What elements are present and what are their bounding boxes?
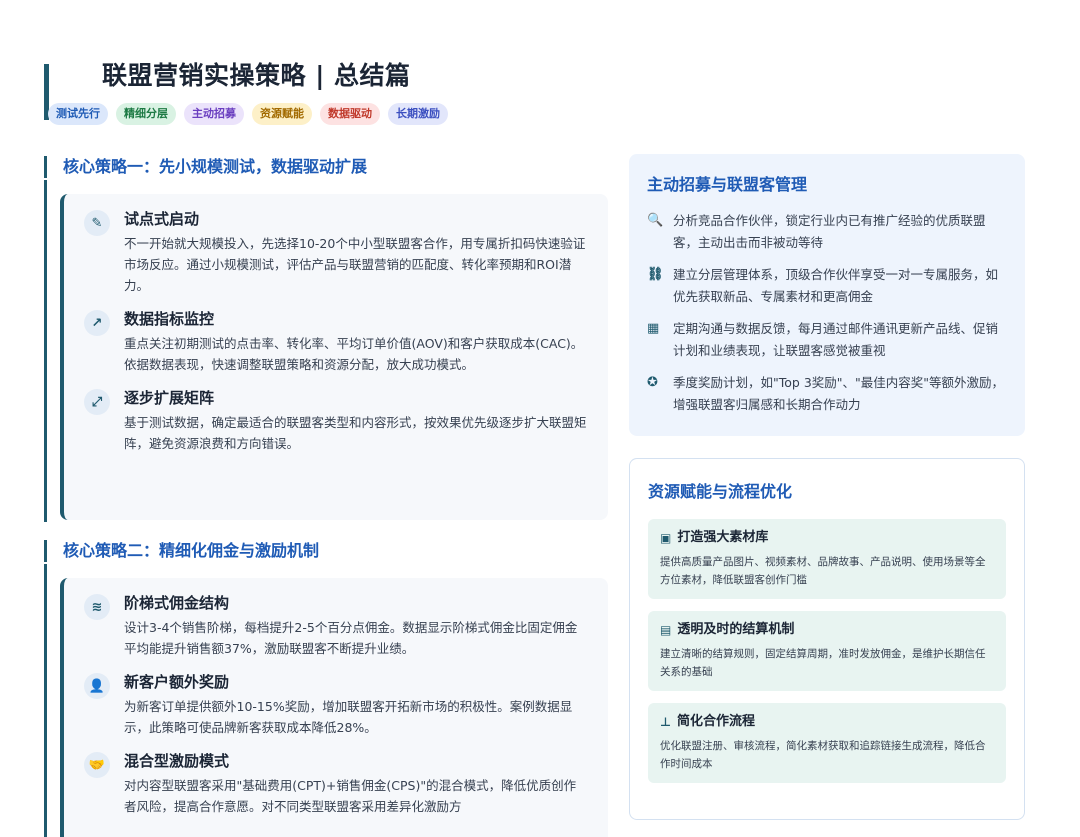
item-desc: 对内容型联盟客采用"基础费用(CPT)+销售佣金(CPS)"的混合模式，降低优质… (124, 778, 577, 814)
item-desc: 为新客订单提供额外10-15%奖励，增加联盟客开拓新市场的积极性。案例数据显示，… (124, 699, 573, 735)
user-plus-icon: 👤 (84, 673, 110, 699)
item-desc: 重点关注初期测试的点击率、转化率、平均订单价值(AOV)和客户获取成本(CAC)… (124, 336, 584, 372)
strategy2-card: ≋ 阶梯式佣金结构 设计3-4个销售阶梯，每档提升2-5个百分点佣金。数据显示阶… (60, 578, 608, 837)
resource-card: ▣ 打造强大素材库 提供高质量产品图片、视频素材、品牌故事、产品说明、使用场景等… (648, 519, 1006, 599)
recruit-title: 主动招募与联盟客管理 (647, 175, 808, 194)
bullet-text: 季度奖励计划，如"Top 3奖励"、"最佳内容奖"等额外激励，增强联盟客归属感和… (673, 375, 1005, 412)
page: 联盟营销实操策略 | 总结篇 测试先行 精细分层 主动招募 资源赋能 数据驱动 … (0, 0, 1080, 837)
resource-title: 资源赋能与流程优化 (648, 482, 793, 501)
tag-list: 测试先行 精细分层 主动招募 资源赋能 数据驱动 长期激励 (48, 103, 448, 125)
item-desc: 不一开始就大规模投入，先选择10-20个中小型联盟客合作，用专属折扣码快速验证市… (124, 236, 586, 293)
handshake-icon: 🤝 (84, 752, 110, 778)
item-desc: 基于测试数据，确定最适合的联盟客类型和内容形式，按效果优先级逐步扩大联盟矩阵，避… (124, 415, 587, 451)
sitemap-icon: ⊥ (660, 715, 671, 729)
strategy2-side-line (44, 564, 47, 837)
item-title: 试点式启动 (124, 210, 200, 228)
recruit-bullet: 🔍 分析竞品合作伙伴，锁定行业内已有推广经验的优质联盟客，主动出击而非被动等待 (647, 210, 1007, 254)
resource-card-desc: 提供高质量产品图片、视频素材、品牌故事、产品说明、使用场景等全方位素材，降低联盟… (660, 556, 986, 586)
strategy2-item: ≋ 阶梯式佣金结构 设计3-4个销售阶梯，每档提升2-5个百分点佣金。数据显示阶… (84, 592, 588, 659)
money-icon: ▤ (660, 623, 672, 637)
resource-card: ▤ 透明及时的结算机制 建立清晰的结算规则，固定结算周期，准时发放佣金，是维护长… (648, 611, 1006, 691)
award-icon: ✪ (647, 375, 658, 390)
pen-icon: ✎ (84, 210, 110, 236)
expand-icon: ⤢ (84, 389, 110, 415)
image-icon: ▣ (660, 531, 672, 545)
resource-panel: 资源赋能与流程优化 ▣ 打造强大素材库 提供高质量产品图片、视频素材、品牌故事、… (629, 458, 1025, 820)
strategy2-item: 👤 新客户额外奖励 为新客订单提供额外10-15%奖励，增加联盟客开拓新市场的积… (84, 671, 588, 738)
strategy2-item: 🤝 混合型激励模式 对内容型联盟客采用"基础费用(CPT)+销售佣金(CPS)"… (84, 750, 588, 817)
tag-fine-tier: 精细分层 (116, 103, 176, 125)
item-title: 阶梯式佣金结构 (124, 594, 230, 612)
strategy1-item: ✎ 试点式启动 不一开始就大规模投入，先选择10-20个中小型联盟客合作，用专属… (84, 208, 588, 296)
item-title: 新客户额外奖励 (124, 673, 230, 691)
hierarchy-icon: ⛓ (647, 267, 664, 282)
recruit-panel: 主动招募与联盟客管理 🔍 分析竞品合作伙伴，锁定行业内已有推广经验的优质联盟客，… (629, 154, 1025, 436)
strategy1-title: 核心策略一：先小规模测试，数据驱动扩展 (44, 156, 367, 178)
recruit-bullet: ▦ 定期沟通与数据反馈，每月通过邮件通讯更新产品线、促销计划和业绩表现，让联盟客… (647, 318, 1007, 362)
item-title: 逐步扩展矩阵 (124, 389, 215, 407)
tag-long-term: 长期激励 (388, 103, 448, 125)
strategy1-card: ✎ 试点式启动 不一开始就大规模投入，先选择10-20个中小型联盟客合作，用专属… (60, 194, 608, 520)
strategy2-title: 核心策略二：精细化佣金与激励机制 (44, 540, 319, 562)
page-title: 联盟营销实操策略 | 总结篇 (102, 61, 411, 90)
strategy1-item: ⤢ 逐步扩展矩阵 基于测试数据，确定最适合的联盟客类型和内容形式，按效果优先级逐… (84, 387, 588, 454)
resource-card-title: 简化合作流程 (676, 714, 755, 729)
line-chart-icon: ↗ (84, 310, 110, 336)
tag-test-first: 测试先行 (48, 103, 108, 125)
search-icon: 🔍 (647, 213, 664, 228)
resource-card-desc: 建立清晰的结算规则，固定结算周期，准时发放佣金，是维护长期信任关系的基础 (660, 648, 986, 678)
resource-card-title: 打造强大素材库 (677, 530, 769, 545)
tag-data-driven: 数据驱动 (320, 103, 380, 125)
item-title: 数据指标监控 (124, 310, 215, 328)
resource-card-desc: 优化联盟注册、审核流程，简化素材获取和追踪链接生成流程，降低合作时间成本 (660, 740, 986, 770)
item-desc: 设计3-4个销售阶梯，每档提升2-5个百分点佣金。数据显示阶梯式佣金比固定佣金平… (124, 620, 578, 656)
resource-card: ⊥ 简化合作流程 优化联盟注册、审核流程，简化素材获取和追踪链接生成流程，降低合… (648, 703, 1006, 783)
item-title: 混合型激励模式 (124, 752, 230, 770)
strategy1-side-line (44, 180, 47, 522)
bullet-text: 分析竞品合作伙伴，锁定行业内已有推广经验的优质联盟客，主动出击而非被动等待 (673, 213, 986, 250)
calendar-icon: ▦ (647, 321, 660, 336)
bullet-text: 建立分层管理体系，顶级合作伙伴享受一对一专属服务，如优先获取新品、专属素材和更高… (673, 267, 999, 304)
tag-resource-enable: 资源赋能 (252, 103, 312, 125)
recruit-bullet: ✪ 季度奖励计划，如"Top 3奖励"、"最佳内容奖"等额外激励，增强联盟客归属… (647, 372, 1007, 416)
strategy1-item: ↗ 数据指标监控 重点关注初期测试的点击率、转化率、平均订单价值(AOV)和客户… (84, 308, 588, 375)
tag-active-recruit: 主动招募 (184, 103, 244, 125)
layers-icon: ≋ (84, 594, 110, 620)
bullet-text: 定期沟通与数据反馈，每月通过邮件通讯更新产品线、促销计划和业绩表现，让联盟客感觉… (673, 321, 999, 358)
resource-card-title: 透明及时的结算机制 (677, 622, 795, 637)
recruit-bullet: ⛓ 建立分层管理体系，顶级合作伙伴享受一对一专属服务，如优先获取新品、专属素材和… (647, 264, 1007, 308)
